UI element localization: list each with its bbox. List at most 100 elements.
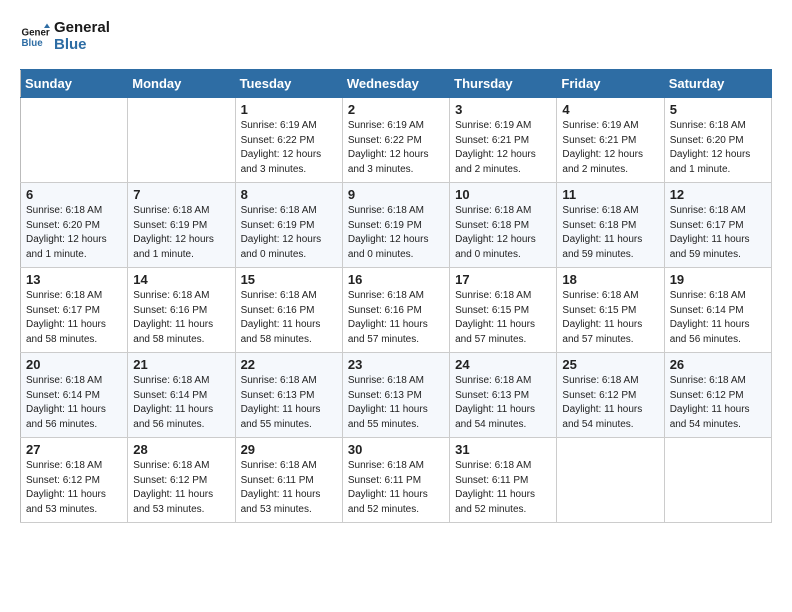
calendar-cell: 11 Sunrise: 6:18 AM Sunset: 6:18 PM Dayli… [557, 183, 664, 268]
day-details: Sunrise: 6:18 AM Sunset: 6:12 PM Dayligh… [26, 459, 122, 517]
day-details: Sunrise: 6:18 AM Sunset: 6:16 PM Dayligh… [348, 289, 444, 347]
day-details: Sunrise: 6:18 AM Sunset: 6:20 PM Dayligh… [670, 119, 766, 177]
day-number: 27 [26, 442, 122, 457]
calendar-cell: 22 Sunrise: 6:18 AM Sunset: 6:13 PM Dayli… [235, 353, 342, 438]
calendar-cell [664, 438, 771, 523]
day-number: 13 [26, 272, 122, 287]
day-number: 22 [241, 357, 337, 372]
calendar-cell: 7 Sunrise: 6:18 AM Sunset: 6:19 PM Daylig… [128, 183, 235, 268]
day-details: Sunrise: 6:18 AM Sunset: 6:19 PM Dayligh… [133, 204, 229, 262]
day-number: 31 [455, 442, 551, 457]
day-details: Sunrise: 6:18 AM Sunset: 6:13 PM Dayligh… [241, 374, 337, 432]
day-number: 2 [348, 102, 444, 117]
calendar-cell: 2 Sunrise: 6:19 AM Sunset: 6:22 PM Daylig… [342, 98, 449, 183]
calendar-cell: 6Sunrise: 6:18 AM Sunset: 6:20 PM Daylig… [21, 183, 128, 268]
day-details: Sunrise: 6:18 AM Sunset: 6:18 PM Dayligh… [562, 204, 658, 262]
day-details: Sunrise: 6:18 AM Sunset: 6:12 PM Dayligh… [670, 374, 766, 432]
weekday-header-saturday: Saturday [664, 70, 771, 98]
day-number: 18 [562, 272, 658, 287]
logo: General Blue General Blue [20, 20, 110, 53]
weekday-header-thursday: Thursday [450, 70, 557, 98]
day-details: Sunrise: 6:19 AM Sunset: 6:21 PM Dayligh… [562, 119, 658, 177]
calendar-week-row: 1 Sunrise: 6:19 AM Sunset: 6:22 PM Daylig… [21, 98, 772, 183]
calendar-body: 1 Sunrise: 6:19 AM Sunset: 6:22 PM Daylig… [21, 98, 772, 523]
calendar-cell: 12 Sunrise: 6:18 AM Sunset: 6:17 PM Dayli… [664, 183, 771, 268]
day-number: 26 [670, 357, 766, 372]
day-number: 17 [455, 272, 551, 287]
calendar-cell: 4 Sunrise: 6:19 AM Sunset: 6:21 PM Daylig… [557, 98, 664, 183]
day-details: Sunrise: 6:19 AM Sunset: 6:22 PM Dayligh… [348, 119, 444, 177]
calendar-cell: 24Sunrise: 6:18 AM Sunset: 6:13 PM Dayli… [450, 353, 557, 438]
day-details: Sunrise: 6:18 AM Sunset: 6:13 PM Dayligh… [348, 374, 444, 432]
day-details: Sunrise: 6:19 AM Sunset: 6:22 PM Dayligh… [241, 119, 337, 177]
day-details: Sunrise: 6:18 AM Sunset: 6:14 PM Dayligh… [26, 374, 122, 432]
calendar-cell: 15Sunrise: 6:18 AM Sunset: 6:16 PM Dayli… [235, 268, 342, 353]
calendar-cell: 10 Sunrise: 6:18 AM Sunset: 6:18 PM Dayli… [450, 183, 557, 268]
day-number: 10 [455, 187, 551, 202]
calendar-week-row: 6Sunrise: 6:18 AM Sunset: 6:20 PM Daylig… [21, 183, 772, 268]
day-number: 6 [26, 187, 122, 202]
day-number: 8 [241, 187, 337, 202]
calendar-cell: 25 Sunrise: 6:18 AM Sunset: 6:12 PM Dayli… [557, 353, 664, 438]
weekday-header-tuesday: Tuesday [235, 70, 342, 98]
calendar-cell: 21 Sunrise: 6:18 AM Sunset: 6:14 PM Dayli… [128, 353, 235, 438]
day-number: 23 [348, 357, 444, 372]
day-details: Sunrise: 6:18 AM Sunset: 6:19 PM Dayligh… [348, 204, 444, 262]
calendar-cell: 14 Sunrise: 6:18 AM Sunset: 6:16 PM Dayli… [128, 268, 235, 353]
day-details: Sunrise: 6:18 AM Sunset: 6:11 PM Dayligh… [348, 459, 444, 517]
calendar-table: SundayMondayTuesdayWednesdayThursdayFrid… [20, 69, 772, 523]
weekday-header-monday: Monday [128, 70, 235, 98]
calendar-cell: 3 Sunrise: 6:19 AM Sunset: 6:21 PM Daylig… [450, 98, 557, 183]
calendar-week-row: 20Sunrise: 6:18 AM Sunset: 6:14 PM Dayli… [21, 353, 772, 438]
calendar-cell: 8Sunrise: 6:18 AM Sunset: 6:19 PM Daylig… [235, 183, 342, 268]
day-details: Sunrise: 6:18 AM Sunset: 6:14 PM Dayligh… [670, 289, 766, 347]
svg-text:Blue: Blue [22, 38, 44, 49]
calendar-cell: 18 Sunrise: 6:18 AM Sunset: 6:15 PM Dayli… [557, 268, 664, 353]
calendar-header-row: SundayMondayTuesdayWednesdayThursdayFrid… [21, 70, 772, 98]
calendar-cell: 16Sunrise: 6:18 AM Sunset: 6:16 PM Dayli… [342, 268, 449, 353]
day-details: Sunrise: 6:19 AM Sunset: 6:21 PM Dayligh… [455, 119, 551, 177]
calendar-cell: 30 Sunrise: 6:18 AM Sunset: 6:11 PM Dayli… [342, 438, 449, 523]
day-number: 4 [562, 102, 658, 117]
calendar-cell: 23 Sunrise: 6:18 AM Sunset: 6:13 PM Dayli… [342, 353, 449, 438]
calendar-cell: 20Sunrise: 6:18 AM Sunset: 6:14 PM Dayli… [21, 353, 128, 438]
day-number: 19 [670, 272, 766, 287]
calendar-week-row: 13 Sunrise: 6:18 AM Sunset: 6:17 PM Dayli… [21, 268, 772, 353]
calendar-cell: 19 Sunrise: 6:18 AM Sunset: 6:14 PM Dayli… [664, 268, 771, 353]
calendar-cell: 5Sunrise: 6:18 AM Sunset: 6:20 PM Daylig… [664, 98, 771, 183]
day-details: Sunrise: 6:18 AM Sunset: 6:16 PM Dayligh… [133, 289, 229, 347]
day-details: Sunrise: 6:18 AM Sunset: 6:17 PM Dayligh… [26, 289, 122, 347]
calendar-cell: 26 Sunrise: 6:18 AM Sunset: 6:12 PM Dayli… [664, 353, 771, 438]
day-details: Sunrise: 6:18 AM Sunset: 6:15 PM Dayligh… [455, 289, 551, 347]
calendar-cell: 28Sunrise: 6:18 AM Sunset: 6:12 PM Dayli… [128, 438, 235, 523]
day-number: 1 [241, 102, 337, 117]
day-number: 25 [562, 357, 658, 372]
day-details: Sunrise: 6:18 AM Sunset: 6:12 PM Dayligh… [562, 374, 658, 432]
calendar-cell: 17 Sunrise: 6:18 AM Sunset: 6:15 PM Dayli… [450, 268, 557, 353]
weekday-header-wednesday: Wednesday [342, 70, 449, 98]
day-details: Sunrise: 6:18 AM Sunset: 6:16 PM Dayligh… [241, 289, 337, 347]
day-number: 30 [348, 442, 444, 457]
day-number: 28 [133, 442, 229, 457]
calendar-cell: 29 Sunrise: 6:18 AM Sunset: 6:11 PM Dayli… [235, 438, 342, 523]
day-number: 3 [455, 102, 551, 117]
day-number: 21 [133, 357, 229, 372]
logo-icon: General Blue [20, 22, 50, 52]
day-number: 29 [241, 442, 337, 457]
day-number: 14 [133, 272, 229, 287]
day-details: Sunrise: 6:18 AM Sunset: 6:18 PM Dayligh… [455, 204, 551, 262]
day-details: Sunrise: 6:18 AM Sunset: 6:15 PM Dayligh… [562, 289, 658, 347]
calendar-cell: 13 Sunrise: 6:18 AM Sunset: 6:17 PM Dayli… [21, 268, 128, 353]
day-number: 11 [562, 187, 658, 202]
calendar-cell [128, 98, 235, 183]
day-details: Sunrise: 6:18 AM Sunset: 6:13 PM Dayligh… [455, 374, 551, 432]
logo-text-line1: General [54, 20, 110, 37]
day-details: Sunrise: 6:18 AM Sunset: 6:11 PM Dayligh… [455, 459, 551, 517]
day-number: 12 [670, 187, 766, 202]
day-details: Sunrise: 6:18 AM Sunset: 6:17 PM Dayligh… [670, 204, 766, 262]
day-number: 7 [133, 187, 229, 202]
day-details: Sunrise: 6:18 AM Sunset: 6:11 PM Dayligh… [241, 459, 337, 517]
calendar-week-row: 27 Sunrise: 6:18 AM Sunset: 6:12 PM Dayli… [21, 438, 772, 523]
day-details: Sunrise: 6:18 AM Sunset: 6:14 PM Dayligh… [133, 374, 229, 432]
calendar-cell: 27 Sunrise: 6:18 AM Sunset: 6:12 PM Dayli… [21, 438, 128, 523]
